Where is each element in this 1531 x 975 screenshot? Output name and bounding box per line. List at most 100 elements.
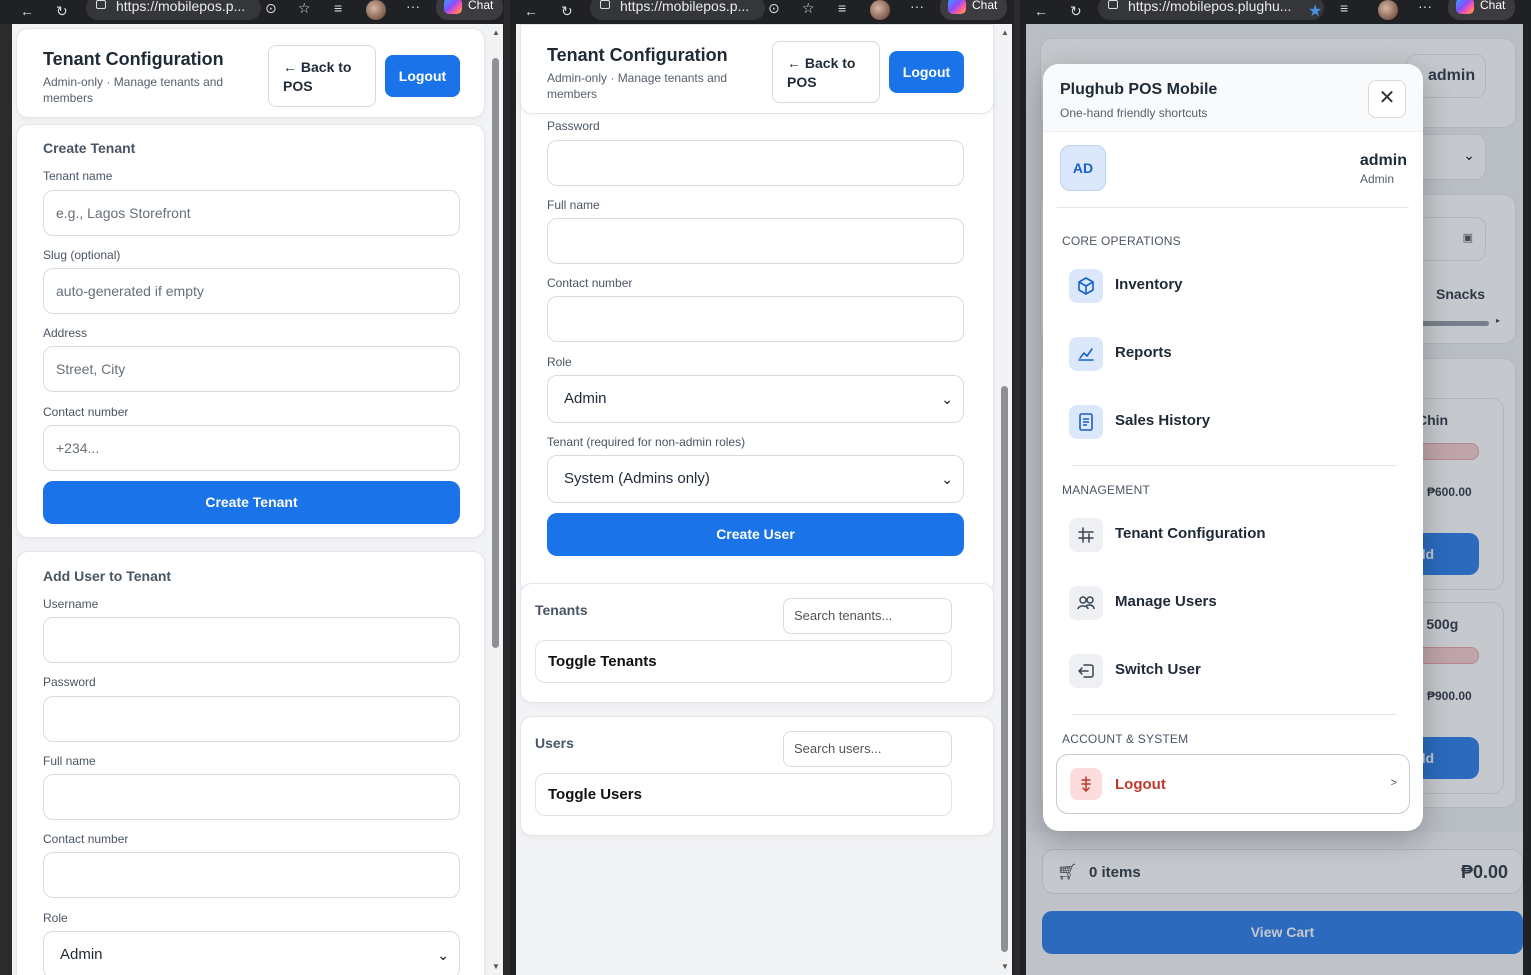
reload-icon[interactable]: ↻ [561,3,573,20]
scroll-up-arrow-icon[interactable]: ▲ [492,28,500,37]
contact-number-input[interactable]: +234... [43,425,460,471]
create-user-button[interactable]: Create User [547,513,964,556]
back-arrow-icon[interactable]: ← [524,3,538,19]
cube-icon [1069,269,1103,303]
copilot-chat-button[interactable]: Chat [940,0,1008,20]
address-bar[interactable]: https://mobilepos.p... [590,0,765,20]
menu-item-manage-users[interactable]: Manage Users [1063,579,1403,629]
address-bar[interactable]: https://mobilepos.plughu... [1098,0,1324,20]
favorite-star-icon[interactable]: ☆ [802,0,815,17]
favorite-star-filled-icon[interactable]: ★ [1308,1,1322,21]
avatar: AD [1060,145,1106,191]
menu-item-tenant-configuration[interactable]: Tenant Configuration [1063,511,1403,561]
divider [1057,207,1409,208]
menu-item-logout[interactable]: Logout > [1056,754,1410,814]
logout-button[interactable]: Logout [889,51,964,93]
group-label-account-system: ACCOUNT & SYSTEM [1062,732,1189,746]
role-select[interactable]: Admin ⌄ [547,375,964,423]
chevron-down-icon: ⌄ [941,391,953,407]
scroll-thumb[interactable] [1001,386,1008,952]
favorite-star-icon[interactable]: ☆ [298,0,311,17]
scroll-thumb[interactable] [492,58,499,648]
profile-avatar[interactable] [870,0,890,20]
create-tenant-button[interactable]: Create Tenant [43,481,460,524]
chevron-down-icon: ⌄ [437,947,449,963]
page-subtitle: Admin-only · Manage tenants and members [547,71,728,101]
field-label: Full name [547,198,600,212]
scroll-down-arrow-icon[interactable]: ▼ [1001,962,1009,971]
username-input[interactable] [43,617,460,663]
section-heading: Add User to Tenant [43,568,172,584]
browser-window-2: ← ↻ https://mobilepos.p... ⊙ ☆ ≡ ··· Cha… [510,0,1014,975]
scroll-down-arrow-icon[interactable]: ▼ [492,962,500,971]
create-tenant-card: Create Tenant Tenant name e.g., Lagos St… [16,124,485,538]
field-label: Tenant name [43,169,113,183]
lock-icon [96,0,106,9]
copilot-chat-button[interactable]: Chat [436,0,504,20]
full-name-input[interactable] [43,774,460,820]
reload-icon[interactable]: ↻ [56,3,68,20]
browser-window-3: ← ↻ https://mobilepos.plughu... ★ ≡ ··· … [1020,0,1531,975]
back-to-pos-button[interactable]: ← Back to POS [772,41,880,103]
copilot-icon [1456,0,1474,14]
favorites-list-icon[interactable]: ≡ [334,0,342,16]
contact-number-input[interactable] [547,296,964,342]
password-input[interactable] [547,140,964,186]
back-arrow-icon[interactable]: ← [1034,3,1048,19]
tenants-card: Tenants Search tenants... Toggle Tenants [520,583,994,703]
more-menu-icon[interactable]: ··· [406,0,420,14]
reload-icon[interactable]: ↻ [1070,3,1082,20]
close-icon[interactable]: ✕ [1368,80,1406,118]
field-label: Contact number [547,276,633,290]
toggle-users-button[interactable]: Toggle Users [535,773,952,816]
lock-icon [600,0,610,9]
page-info-icon[interactable]: ⊙ [265,0,277,17]
tenant-name-input[interactable]: e.g., Lagos Storefront [43,190,460,236]
group-label-management: MANAGEMENT [1062,483,1151,497]
tenant-config-page: Password Full name Contact number Role A… [516,24,998,975]
logout-button[interactable]: Logout [385,55,460,97]
menu-item-inventory[interactable]: Inventory [1063,262,1403,312]
contact-number-input[interactable] [43,852,460,898]
scrollbar[interactable]: ▲ ▼ [998,24,1012,975]
field-label: Password [547,119,600,133]
password-input[interactable] [43,696,460,742]
back-to-pos-button[interactable]: ← Back to POS [268,45,376,107]
menu-item-switch-user[interactable]: Switch User [1063,647,1403,697]
role-select[interactable]: Admin ⌄ [43,931,460,975]
section-heading: Create Tenant [43,140,136,156]
toggle-tenants-button[interactable]: Toggle Tenants [535,640,952,683]
field-label: Password [43,675,96,689]
profile-avatar[interactable] [366,0,386,20]
browser-toolbar: ← ↻ https://mobilepos.p... ⊙ ☆ ≡ ··· Cha… [510,0,1014,24]
back-arrow-icon[interactable]: ← [20,3,34,19]
favorites-list-icon[interactable]: ≡ [838,0,846,16]
tenant-select[interactable]: System (Admins only) ⌄ [547,455,964,503]
copilot-chat-button[interactable]: Chat [1448,0,1516,20]
full-name-input[interactable] [547,218,964,264]
search-tenants-input[interactable]: Search tenants... [783,598,952,634]
page-subtitle: Admin-only · Manage tenants and members [43,75,224,105]
chart-icon [1069,337,1103,371]
page-title: Tenant Configuration [547,45,728,65]
users-icon [1069,586,1103,620]
more-menu-icon[interactable]: ··· [1418,0,1432,14]
profile-avatar[interactable] [1378,0,1398,20]
lock-icon [1108,0,1118,9]
address-input[interactable]: Street, City [43,346,460,392]
page-info-icon[interactable]: ⊙ [768,0,780,17]
menu-item-reports[interactable]: Reports [1063,330,1403,380]
section-heading: Tenants [535,602,588,618]
address-bar[interactable]: https://mobilepos.p... [86,0,261,20]
scrollbar[interactable]: ▲ ▼ [489,24,503,975]
page-header: Tenant Configuration Admin-only · Manage… [520,24,994,114]
group-label-core-operations: CORE OPERATIONS [1062,234,1181,248]
search-users-input[interactable]: Search users... [783,731,952,767]
more-menu-icon[interactable]: ··· [910,0,924,14]
menu-item-sales-history[interactable]: Sales History [1063,398,1403,448]
slug-input[interactable]: auto-generated if empty [43,268,460,314]
scroll-up-arrow-icon[interactable]: ▲ [1001,28,1009,37]
window-edge [0,24,12,975]
favorites-list-icon[interactable]: ≡ [1340,0,1348,16]
drawer-title: Plughub POS Mobile [1060,81,1218,98]
